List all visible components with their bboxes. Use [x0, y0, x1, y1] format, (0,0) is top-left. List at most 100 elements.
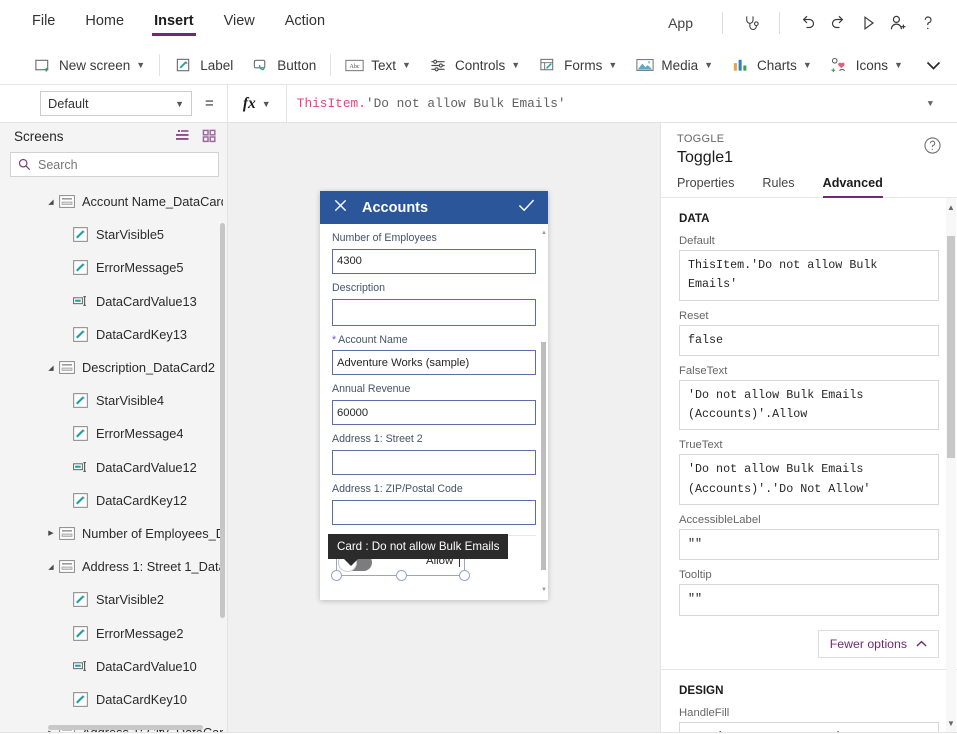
fewer-options-button[interactable]: Fewer options	[817, 629, 939, 658]
close-icon[interactable]	[333, 198, 348, 218]
tab-advanced[interactable]: Advanced	[822, 176, 884, 198]
datacard-icon	[58, 558, 75, 575]
property-default: Default ThisItem.'Do not allow Bulk Emai…	[679, 235, 939, 301]
field-label: Annual Revenue	[332, 383, 411, 396]
ribbon-new-screen[interactable]: New screen ▼	[24, 51, 154, 79]
thumbnail-view-icon[interactable]	[202, 129, 217, 143]
tree-item-starvisible4[interactable]: StarVisible4	[0, 384, 227, 417]
property-value[interactable]: RGBA(255, 255, 255, 1)	[679, 721, 939, 732]
ribbon-overflow[interactable]	[912, 51, 950, 79]
tree-item-errormessage2[interactable]: ErrorMessage2	[0, 616, 227, 649]
tree-item-starvisible5[interactable]: StarVisible5	[0, 218, 227, 251]
property-value[interactable]: ""	[679, 529, 939, 561]
property-value[interactable]: ThisItem.'Do not allow Bulk Emails'	[679, 250, 939, 301]
field-input[interactable]: 60000	[332, 400, 536, 426]
textinput-icon	[72, 293, 89, 310]
scroll-thumb[interactable]	[541, 342, 546, 570]
tree-item-label: Address 1: Street 1_DataCar	[82, 559, 223, 575]
tree-item-datacardkey12[interactable]: DataCardKey12	[0, 484, 227, 517]
tree-item-datacardvalue13[interactable]: DataCardValue13	[0, 285, 227, 318]
field-input[interactable]	[332, 298, 536, 326]
ribbon-icons[interactable]: Icons ▼	[821, 51, 912, 79]
expanded-arrow-icon[interactable]: ◢	[44, 198, 58, 206]
property-tooltip: Tooltip ""	[679, 569, 939, 616]
search-box[interactable]	[10, 152, 219, 177]
play-icon[interactable]	[853, 8, 883, 38]
tree-item-label: StarVisible5	[96, 227, 165, 243]
resize-handle[interactable]	[459, 569, 470, 581]
tree-item-datacardkey13[interactable]: DataCardKey13	[0, 318, 227, 351]
chevron-down-icon: ▼	[402, 59, 411, 70]
tree-view-icon[interactable]	[175, 129, 190, 143]
field-input[interactable]: Adventure Works (sample)	[332, 350, 536, 376]
expanded-arrow-icon[interactable]: ◢	[44, 364, 58, 372]
field-input[interactable]	[332, 499, 536, 525]
form-scrollbar[interactable]: ▲ ▼	[541, 230, 547, 594]
tree-item-label: Description_DataCard2	[82, 360, 216, 376]
menu-item-insert[interactable]: Insert	[152, 9, 196, 38]
tree-item-account-name-datacard2[interactable]: ◢ Account Name_DataCard2	[0, 185, 227, 218]
help-icon[interactable]	[913, 8, 943, 38]
check-icon[interactable]	[518, 198, 535, 218]
app-canvas[interactable]: Accounts Number of Employees 4300 Descri…	[228, 123, 660, 732]
ribbon-controls[interactable]: Controls ▼	[420, 51, 529, 79]
ribbon-charts[interactable]: Charts ▼	[722, 51, 821, 79]
menu-item-home[interactable]: Home	[83, 9, 126, 38]
field-label: Address 1: Street 2	[332, 433, 423, 446]
field-input[interactable]: 4300	[332, 248, 536, 274]
menu-item-view[interactable]: View	[222, 9, 257, 38]
ribbon-label: Text	[371, 57, 397, 73]
label-icon	[72, 625, 89, 642]
ribbon-media[interactable]: Media ▼	[626, 51, 722, 79]
scroll-up-arrow-icon[interactable]: ▲	[946, 200, 956, 214]
formula-input[interactable]: ThisItem. 'Do not allow Bulk Emails' ▼	[285, 84, 947, 123]
scroll-down-arrow-icon[interactable]: ▼	[541, 587, 547, 594]
tree-item-starvisible2[interactable]: StarVisible2	[0, 583, 227, 616]
menu-item-action[interactable]: Action	[283, 9, 327, 38]
tree-item-label: StarVisible2	[96, 592, 165, 608]
scroll-thumb[interactable]	[947, 236, 955, 458]
scroll-up-arrow-icon[interactable]: ▲	[541, 230, 547, 237]
property-select[interactable]: Default ▼	[40, 91, 192, 116]
ribbon-button-control[interactable]: Button	[242, 51, 325, 79]
menu-item-file[interactable]: File	[30, 9, 57, 38]
tree-item-address1-street1-datacard[interactable]: ◢ Address 1: Street 1_DataCar	[0, 550, 227, 583]
button-icon	[251, 56, 270, 75]
property-value[interactable]: 'Do not allow Bulk Emails (Accounts)'.'D…	[679, 454, 939, 506]
property-value[interactable]: false	[679, 324, 939, 356]
divider	[779, 12, 780, 34]
tree-item-datacardvalue12[interactable]: DataCardValue12	[0, 451, 227, 484]
resize-handle[interactable]	[331, 569, 342, 581]
field-address1-zip: Address 1: ZIP/Postal Code	[332, 483, 536, 525]
tree-horizontal-scrollbar[interactable]	[48, 725, 203, 730]
tab-properties[interactable]: Properties	[677, 176, 734, 197]
share-icon[interactable]	[883, 8, 913, 38]
property-value[interactable]: ""	[679, 584, 939, 616]
property-value[interactable]: 'Do not allow Bulk Emails (Accounts)'.Al…	[679, 379, 939, 431]
resize-handle[interactable]	[396, 569, 407, 581]
properties-scrollbar[interactable]: ▲ ▼	[946, 198, 956, 732]
tab-rules[interactable]: Rules	[762, 176, 794, 197]
tree-item-datacardkey10[interactable]: DataCardKey10	[0, 683, 227, 716]
fx-button[interactable]: fx ▼	[228, 95, 286, 113]
expanded-arrow-icon[interactable]: ◢	[44, 563, 58, 571]
tree-item-errormessage4[interactable]: ErrorMessage4	[0, 417, 227, 450]
stethoscope-icon[interactable]	[736, 8, 766, 38]
tree-item-number-of-employees-datacard[interactable]: ▶ Number of Employees_Data	[0, 517, 227, 550]
search-input[interactable]	[38, 157, 211, 172]
equals-sign: =	[205, 95, 214, 112]
ribbon-forms[interactable]: Forms ▼	[529, 51, 626, 79]
tree-vertical-scrollbar[interactable]	[220, 223, 225, 618]
formula-expand-icon[interactable]: ▼	[928, 99, 937, 109]
ribbon-text[interactable]: Abc Text ▼	[336, 51, 420, 79]
tree-item-errormessage5[interactable]: ErrorMessage5	[0, 251, 227, 284]
tree-item-datacardvalue10[interactable]: DataCardValue10	[0, 650, 227, 683]
field-input[interactable]	[332, 449, 536, 475]
redo-icon[interactable]	[823, 8, 853, 38]
tree-item-description-datacard2[interactable]: ◢ Description_DataCard2	[0, 351, 227, 384]
undo-icon[interactable]	[793, 8, 823, 38]
ribbon-label-control[interactable]: Label	[165, 51, 242, 79]
collapsed-arrow-icon[interactable]: ▶	[44, 529, 58, 537]
scroll-down-arrow-icon[interactable]: ▼	[946, 716, 956, 730]
help-circle-icon[interactable]	[924, 137, 941, 159]
